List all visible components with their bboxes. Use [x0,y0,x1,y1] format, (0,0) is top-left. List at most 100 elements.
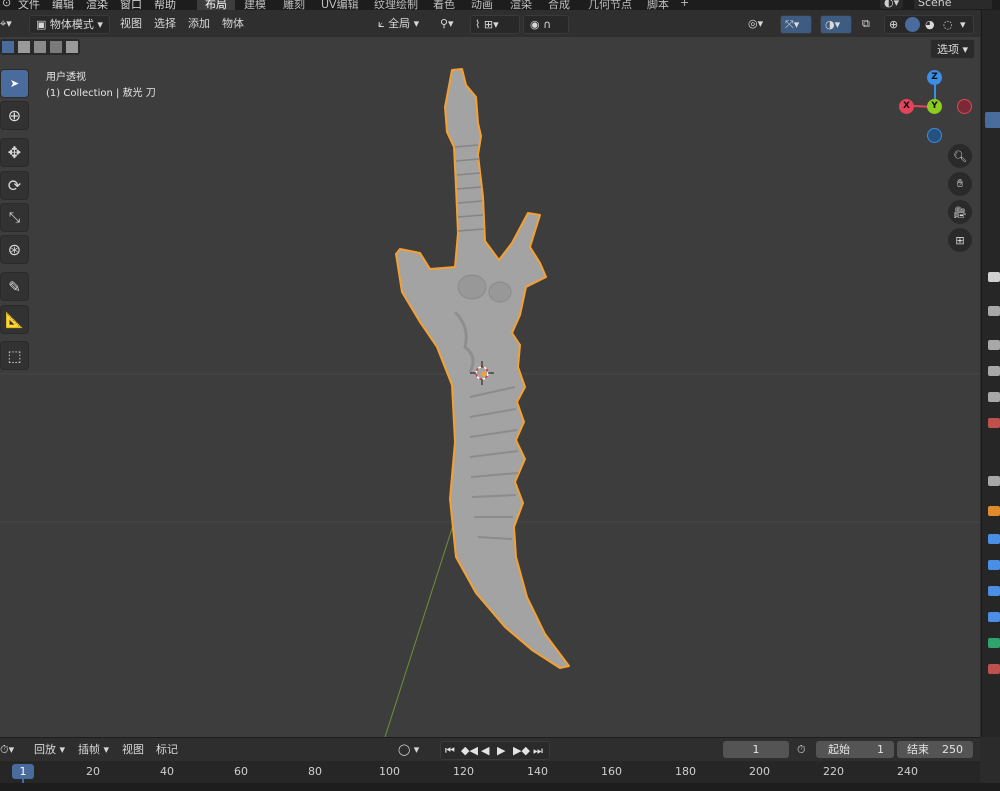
pan-view-button[interactable]: ✋︎ [948,172,972,196]
select-intersect-icon[interactable] [66,41,78,53]
select-box-tool[interactable]: ➤ [0,69,29,98]
cursor-tool[interactable]: ⊕ [0,101,29,130]
physics-properties-icon[interactable] [988,586,1000,596]
visibility-icon[interactable]: ◎▾ [748,15,763,32]
scene-properties-icon[interactable] [988,392,1000,402]
outliner-selected-row[interactable] [985,112,1000,128]
add-workspace-button[interactable]: + [680,0,689,9]
tab-animation[interactable]: 动画 [471,0,493,10]
scene-name-field[interactable]: Scene [914,0,992,9]
play-reverse-icon[interactable]: ◀ [481,742,489,759]
collection-properties-icon[interactable] [988,476,1000,486]
data-properties-icon[interactable] [988,638,1000,648]
output-properties-icon[interactable] [988,340,1000,350]
next-keyframe-icon[interactable]: ▶◆ [513,742,530,759]
sword-model[interactable] [395,68,570,669]
timeline-editor-type-icon[interactable]: ⏱▾ [0,741,14,758]
menu-object[interactable]: 物体 [222,15,244,32]
pivot-point-icon[interactable]: ⚲▾ [440,15,454,32]
marker-menu[interactable]: 标记 [156,741,178,758]
timeline-ruler[interactable]: 1 20 40 60 80 100 120 140 160 180 200 22… [0,761,980,783]
shading-options-icon[interactable]: ▾ [960,16,966,33]
transform-orientation-dropdown[interactable]: ⟀ 全局 ▾ [378,15,419,32]
menu-select[interactable]: 选择 [154,15,176,32]
snap-toggle-icon[interactable]: ⌇ ⊞▾ [470,15,520,34]
tab-layout[interactable]: 布局 [197,0,235,10]
menu-file[interactable]: 文件 [18,0,40,10]
world-properties-icon[interactable] [988,418,1000,428]
scale-tool[interactable]: ⤡ [0,203,29,232]
z-axis-icon[interactable]: Z [927,70,942,85]
prev-keyframe-icon[interactable]: ◆◀ [461,742,478,759]
material-shading-icon[interactable]: ◕ [925,16,935,33]
rendered-shading-icon[interactable]: ◌ [943,16,953,33]
modifier-properties-icon[interactable] [988,534,1000,544]
play-icon[interactable]: ▶ [497,742,505,759]
select-new-icon[interactable] [2,41,14,53]
tab-compositing[interactable]: 合成 [548,0,570,10]
tab-scripting[interactable]: 脚本 [647,0,669,10]
particles-properties-icon[interactable] [988,560,1000,570]
3d-viewport[interactable]: ➤ ⊕ ✥ ⟳ ⤡ ⊛ ✎ 📐 ⬚ 用户透视 (1) Collection | … [0,37,980,737]
tab-sculpting[interactable]: 雕刻 [283,0,305,10]
menu-view[interactable]: 视图 [120,15,142,32]
playback-menu[interactable]: 回放 ▾ [34,741,65,758]
jump-end-icon[interactable]: ⏭ [533,742,543,759]
start-frame-field[interactable]: 起始 1 [816,741,894,758]
select-extend-icon[interactable] [18,41,30,53]
keying-menu[interactable]: 插帧 ▾ [78,741,109,758]
tool-properties-icon[interactable] [988,272,1000,282]
jump-start-icon[interactable]: ⏮ [445,742,455,759]
solid-shading-icon[interactable] [905,17,920,32]
select-subtract-icon[interactable] [34,41,46,53]
proportional-editing-icon[interactable]: ◉ ∩ [523,15,569,34]
constraints-properties-icon[interactable] [988,612,1000,622]
scene-selector-icon[interactable]: ◐▾ [880,0,904,9]
end-frame-field[interactable]: 结束 250 [897,741,973,758]
mode-dropdown[interactable]: ▣ 物体模式 ▾ [29,15,110,34]
tab-rendering[interactable]: 渲染 [510,0,532,10]
ortho-toggle-button[interactable]: ⊞ [948,228,972,252]
add-cube-tool[interactable]: ⬚ [0,341,29,370]
tab-uv-editing[interactable]: UV编辑 [321,0,359,10]
menu-edit[interactable]: 编辑 [52,0,74,10]
select-invert-icon[interactable] [50,41,62,53]
object-properties-icon[interactable] [988,506,1000,516]
tab-shading[interactable]: 着色 [433,0,455,10]
tab-geometry-nodes[interactable]: 几何节点 [588,0,632,10]
material-properties-icon[interactable] [988,664,1000,674]
options-dropdown[interactable]: 选项 ▾ [930,39,976,59]
menu-window[interactable]: 窗口 [120,0,142,10]
measure-tool[interactable]: 📐 [0,305,29,334]
annotate-tool[interactable]: ✎ [0,272,29,301]
move-tool[interactable]: ✥ [0,138,29,167]
tab-texture-paint[interactable]: 纹理绘制 [374,0,418,10]
camera-view-button[interactable]: 🎥︎ [948,200,972,224]
y-axis-icon[interactable]: Y [927,99,942,114]
render-properties-icon[interactable] [988,306,1000,316]
tab-modeling[interactable]: 建模 [244,0,266,10]
blender-logo-icon[interactable]: ⊙ [2,0,11,9]
x-axis-icon[interactable]: X [899,99,914,114]
wireframe-shading-icon[interactable]: ⊕ [889,16,898,33]
menu-add[interactable]: 添加 [188,15,210,32]
menu-help[interactable]: 帮助 [154,0,176,10]
current-frame-field[interactable]: 1 [723,741,789,758]
zoom-view-button[interactable]: 🔍︎ [948,144,972,168]
navigation-gizmo[interactable]: Z X Y [895,67,975,147]
neg-x-axis-icon[interactable] [957,99,972,114]
timeline-view-menu[interactable]: 视图 [122,741,144,758]
neg-z-axis-icon[interactable] [927,128,942,143]
gizmo-toggle-icon[interactable]: ⤧▾ [780,15,812,34]
playhead-indicator[interactable]: 1 [12,764,34,779]
editor-type-icon[interactable]: ⌖▾ [0,15,12,32]
rotate-tool[interactable]: ⟳ [0,171,29,200]
preview-range-icon[interactable]: ⏱ [797,741,806,758]
auto-keying-toggle-icon[interactable]: ◯ ▾ [398,741,419,758]
xray-toggle-icon[interactable]: ⧉ [862,15,870,32]
top-menu-bar: ⊙ 文件 编辑 渲染 窗口 帮助 布局 建模 雕刻 UV编辑 纹理绘制 着色 动… [0,0,1000,10]
view-layer-properties-icon[interactable] [988,366,1000,376]
transform-tool[interactable]: ⊛ [0,235,29,264]
overlays-toggle-icon[interactable]: ◑▾ [820,15,852,34]
menu-render[interactable]: 渲染 [86,0,108,10]
